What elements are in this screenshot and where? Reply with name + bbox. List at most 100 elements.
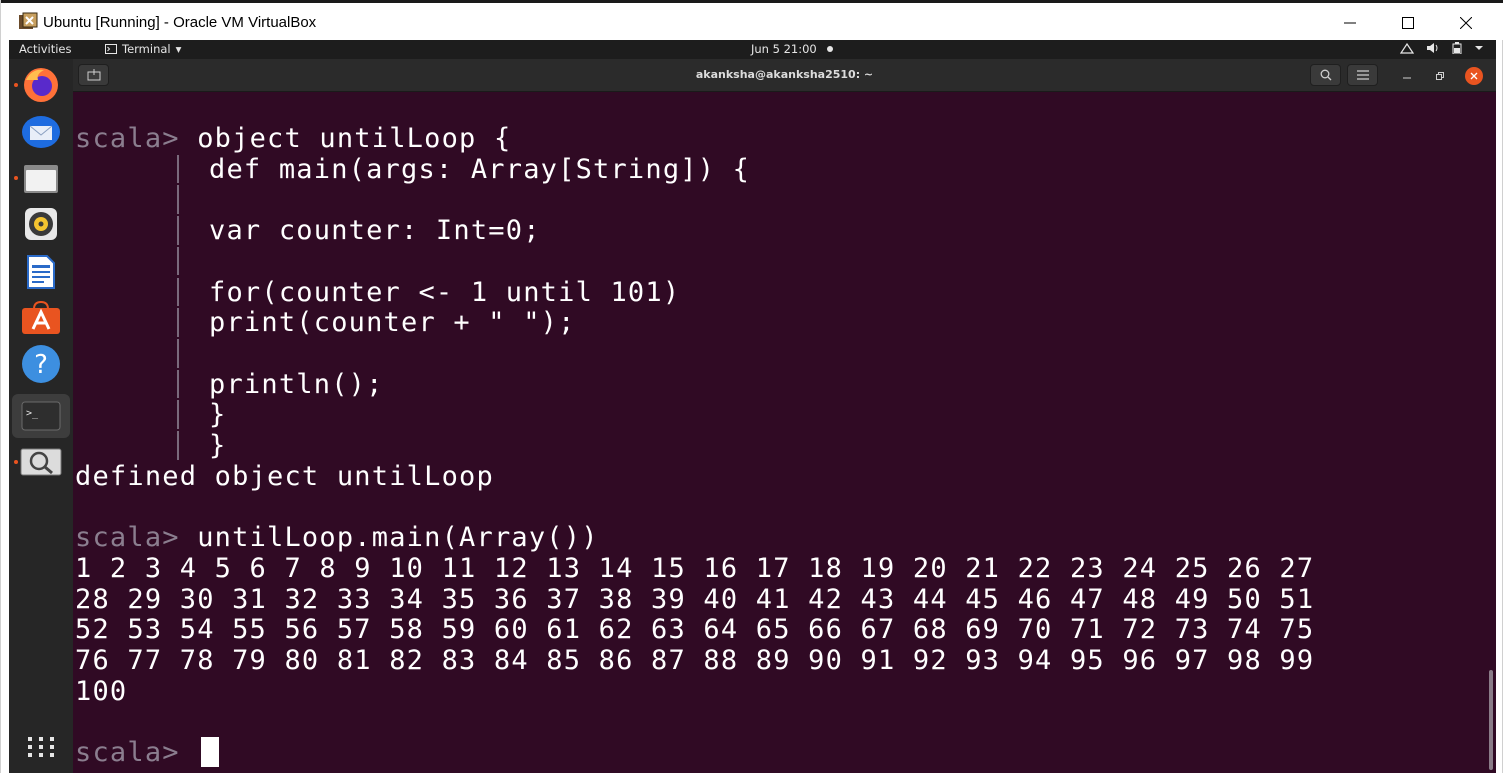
terminal-scrollbar[interactable]: [1489, 670, 1493, 770]
dock-software-center[interactable]: [12, 296, 70, 340]
dock-libreoffice-writer[interactable]: [12, 250, 70, 294]
dock-files[interactable]: [12, 156, 70, 200]
dock-show-applications[interactable]: [12, 725, 70, 769]
dock-rhythmbox[interactable]: [12, 202, 70, 246]
window-minimize-button[interactable]: [1321, 6, 1379, 40]
running-indicator: [14, 460, 18, 464]
clock[interactable]: Jun 5 21:00: [751, 42, 833, 56]
terminal-minimize-button[interactable]: [1399, 68, 1415, 84]
continuation-bar: [177, 338, 179, 368]
libreoffice-writer-icon: [27, 255, 55, 289]
terminal-prompt-line: scala> object untilLoop {: [75, 123, 511, 154]
volume-icon: [1427, 43, 1438, 53]
terminal-prompt-line: scala>: [75, 737, 220, 768]
screenshot-icon: [20, 448, 62, 476]
files-icon: [24, 165, 58, 193]
scala-prompt: scala>: [75, 123, 198, 154]
svg-text:>_: >_: [26, 408, 39, 419]
dock-firefox[interactable]: [12, 63, 70, 107]
thunderbird-icon: [22, 116, 60, 148]
minimize-icon: [1344, 22, 1356, 24]
terminal-text: var counter: Int=0;: [209, 215, 541, 247]
terminal-output-line: 76 77 78 79 80 81 82 83 84 85 86 87 88 8…: [75, 645, 1314, 676]
minimize-icon: [1403, 77, 1411, 79]
terminal-text: 1 2 3 4 5 6 7 8 9 10 11 12 13 14 15 16 1…: [75, 552, 1315, 584]
window-close-button[interactable]: [1437, 6, 1495, 40]
app-menu[interactable]: Terminal ▾: [105, 42, 181, 56]
running-indicator: [14, 176, 18, 180]
terminal-output-line: 52 53 54 55 56 57 58 59 60 61 62 63 64 6…: [75, 614, 1314, 645]
system-tray[interactable]: [1400, 42, 1484, 54]
terminal-prompt-line: scala> untilLoop.main(Array()): [75, 522, 599, 553]
terminal-continuation-line: var counter: Int=0;: [209, 215, 541, 246]
caret-down-icon: [1475, 46, 1483, 50]
terminal-text: }: [209, 399, 227, 431]
terminal-restore-button[interactable]: [1432, 68, 1448, 84]
terminal-close-button[interactable]: [1465, 67, 1483, 85]
battery-icon: [1452, 42, 1462, 54]
window-title: Ubuntu [Running] - Oracle VM VirtualBox: [43, 14, 317, 31]
terminal-continuation-line: }: [209, 399, 226, 430]
firefox-icon: [24, 68, 58, 102]
scala-prompt: scala>: [75, 522, 198, 554]
terminal-text: 28 29 30 31 32 33 34 35 36 37 38 39 40 4…: [75, 583, 1315, 615]
window-titlebar[interactable]: Ubuntu [Running] - Oracle VM VirtualBox: [1, 0, 1503, 40]
terminal-continuation-line: print(counter + " ");: [209, 307, 576, 338]
search-icon: [1320, 69, 1331, 81]
terminal-text: for(counter <- 1 until 101): [209, 276, 681, 308]
scala-prompt: scala>: [75, 737, 198, 768]
continuation-bar: [177, 154, 179, 184]
continuation-bar: [177, 185, 179, 215]
terminal-text: defined object untilLoop: [75, 460, 494, 492]
continuation-bar: [177, 216, 179, 245]
terminal-continuation-line: for(counter <- 1 until 101): [209, 277, 680, 308]
dock-help[interactable]: ?: [12, 342, 70, 386]
window-maximize-button[interactable]: [1379, 6, 1437, 40]
help-icon: ?: [22, 345, 60, 383]
close-icon: [1460, 17, 1472, 29]
terminal-output-line: 1 2 3 4 5 6 7 8 9 10 11 12 13 14 15 16 1…: [75, 553, 1314, 584]
maximize-icon: [1402, 17, 1414, 29]
text-cursor: [201, 737, 220, 767]
rhythmbox-icon: [25, 208, 57, 240]
terminal-content[interactable]: scala> object untilLoop {def main(args: …: [73, 93, 1496, 773]
apps-grid-icon: [28, 737, 54, 757]
terminal-output-line: 28 29 30 31 32 33 34 35 36 37 38 39 40 4…: [75, 584, 1314, 615]
activities-button[interactable]: Activities: [19, 42, 71, 56]
terminal-continuation-line: }: [209, 430, 226, 461]
continuation-bar: [177, 308, 179, 337]
dock-terminal[interactable]: >_: [12, 394, 70, 438]
ubuntu-desktop: Activities Terminal ▾ Jun 5 21:00 ? >_ a…: [9, 40, 1496, 773]
software-center-icon: [22, 301, 60, 334]
network-icon: [1400, 42, 1414, 54]
terminal-headerbar[interactable]: akanksha@akanksha2510: ~: [73, 59, 1496, 92]
terminal-text: }: [209, 430, 227, 461]
terminal-text: 100: [75, 675, 128, 707]
chevron-down-icon: ▾: [175, 42, 182, 56]
terminal-continuation-line: def main(args: Array[String]) {: [209, 154, 750, 185]
dock-thunderbird[interactable]: [12, 110, 70, 154]
app-menu-label: Terminal: [122, 42, 171, 56]
terminal-output-line: 100: [75, 676, 127, 707]
terminal-text: untilLoop.main(Array()): [197, 522, 599, 554]
notification-dot-icon: [826, 46, 833, 52]
continuation-bar: [177, 277, 179, 307]
clock-label: Jun 5 21:00: [751, 42, 817, 56]
terminal-menu-button[interactable]: [1347, 64, 1378, 86]
terminal-output-line: defined object untilLoop: [75, 461, 494, 492]
close-icon: [1470, 72, 1478, 80]
running-indicator: [14, 83, 18, 87]
terminal-search-button[interactable]: [1310, 64, 1341, 86]
terminal-window-title: akanksha@akanksha2510: ~: [695, 68, 874, 81]
dock-screenshot[interactable]: [12, 440, 70, 484]
terminal-icon: >_: [21, 401, 61, 431]
terminal-continuation-line: println();: [209, 369, 384, 400]
restore-icon: [1436, 72, 1444, 80]
virtualbox-window: Ubuntu [Running] - Oracle VM VirtualBox …: [0, 0, 1503, 773]
continuation-bar: [177, 400, 179, 429]
terminal-text: 76 77 78 79 80 81 82 83 84 85 86 87 88 8…: [75, 644, 1315, 676]
terminal-text: println();: [209, 368, 384, 400]
terminal-text: object untilLoop {: [197, 123, 512, 154]
terminal-text: def main(args: Array[String]) {: [209, 153, 751, 185]
svg-text:?: ?: [34, 350, 48, 380]
